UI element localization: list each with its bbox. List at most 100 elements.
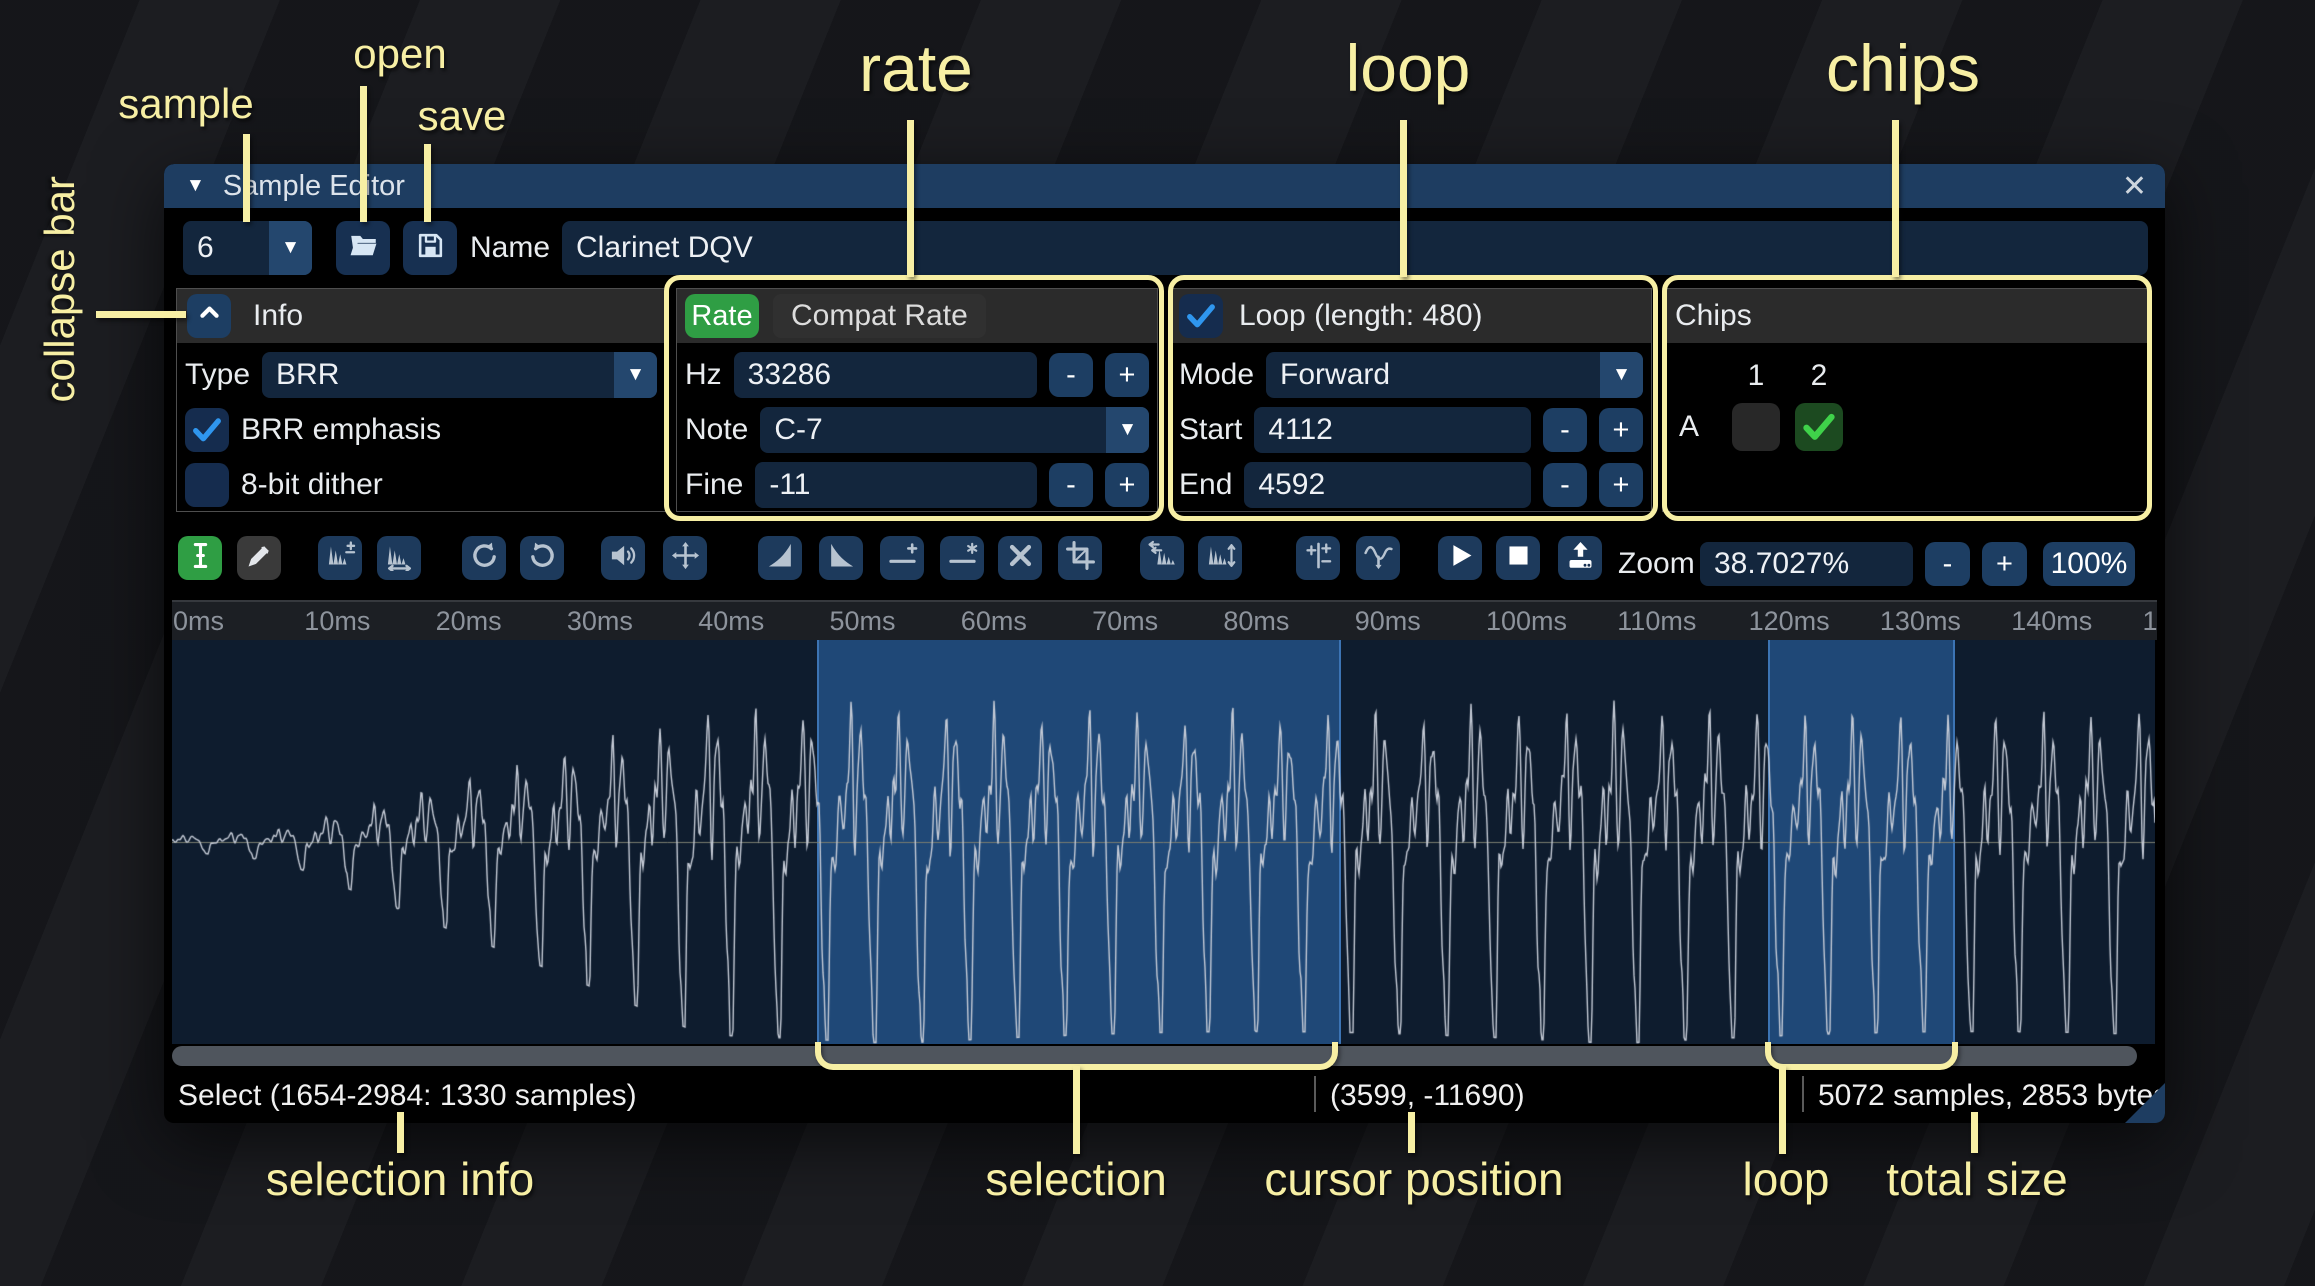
- timeline-label: 130ms: [1880, 602, 1961, 640]
- crop-icon: [1065, 540, 1096, 576]
- chevron-up-icon: [194, 297, 225, 336]
- annotation-sample: sample: [118, 80, 253, 128]
- annotation-outline-rate: [664, 275, 1164, 521]
- undo-button[interactable]: [462, 536, 506, 580]
- close-icon[interactable]: ✕: [2122, 169, 2147, 204]
- 8bit-dither-checkbox[interactable]: [185, 463, 229, 507]
- annotation-open: open: [353, 30, 446, 78]
- title-bar[interactable]: ▼ Sample Editor ✕: [164, 164, 2165, 208]
- edit-mode-select-button[interactable]: [178, 536, 222, 580]
- wave-invert-icon: [1205, 540, 1236, 576]
- timeline-ruler[interactable]: 0ms10ms20ms30ms40ms50ms60ms70ms80ms90ms1…: [172, 600, 2157, 640]
- fade-in-icon: [765, 540, 796, 576]
- zoom-reset-button[interactable]: 100%: [2043, 542, 2135, 586]
- annotation-line-sample: [243, 134, 250, 222]
- annotation-outline-chips: [1662, 275, 2152, 521]
- zoom-out-button[interactable]: -: [1925, 542, 1970, 586]
- line-star-icon: [947, 540, 978, 576]
- 8bit-dither-label: 8-bit dither: [241, 468, 383, 502]
- name-label: Name: [470, 208, 550, 288]
- annotation-line-collapse-bar: [96, 311, 186, 318]
- timeline-label: 60ms: [961, 602, 1027, 640]
- ibeam-icon: [185, 540, 216, 576]
- chevron-down-icon[interactable]: ▼: [269, 221, 312, 275]
- fade-in-button[interactable]: [758, 536, 802, 580]
- selection-info-status: Select (1654-2984: 1330 samples): [178, 1068, 637, 1123]
- delete-button[interactable]: [998, 536, 1042, 580]
- reverse-button[interactable]: [1140, 536, 1184, 580]
- status-separator: [1314, 1076, 1316, 1112]
- edit-mode-draw-button[interactable]: [237, 536, 281, 580]
- timeline-label: 80ms: [1223, 602, 1289, 640]
- undo-icon: [469, 540, 500, 576]
- insert-silence-button[interactable]: [880, 536, 924, 580]
- timeline-label: 10ms: [304, 602, 370, 640]
- fade-out-button[interactable]: [819, 536, 863, 580]
- timeline-label: 50ms: [830, 602, 896, 640]
- convert-sign-button[interactable]: [1296, 536, 1340, 580]
- type-label: Type: [185, 358, 250, 392]
- filter-icon: [1363, 540, 1394, 576]
- info-panel-header: Info: [177, 289, 665, 343]
- filter-button[interactable]: [1356, 536, 1400, 580]
- sample-number-dropdown[interactable]: 6 ▼: [183, 221, 312, 275]
- apply-silence-button[interactable]: [940, 536, 984, 580]
- zoom-in-button[interactable]: +: [1982, 542, 2027, 586]
- timeline-label: 40ms: [698, 602, 764, 640]
- brr-emphasis-label: BRR emphasis: [241, 413, 441, 447]
- save-sample-button[interactable]: [403, 221, 457, 275]
- line-plus-icon: [887, 540, 918, 576]
- amplify-button[interactable]: [601, 536, 645, 580]
- stop-preview-button[interactable]: [1496, 536, 1540, 580]
- annotation-line-rate: [907, 120, 914, 277]
- annotation-bracket-loop: [1765, 1042, 1958, 1070]
- annotation-line-save: [424, 144, 431, 222]
- resample-button[interactable]: [318, 536, 362, 580]
- annotation-cursor-position: cursor position: [1264, 1152, 1563, 1206]
- speaker-icon: [608, 540, 639, 576]
- open-sample-button[interactable]: [336, 221, 390, 275]
- sign-icon: [1303, 540, 1334, 576]
- annotation-line-selection-info: [397, 1112, 404, 1153]
- timeline-label: 140ms: [2011, 602, 2092, 640]
- annotation-loop-label: loop: [1743, 1152, 1830, 1206]
- redo-icon: [527, 540, 558, 576]
- window-collapse-icon[interactable]: ▼: [186, 175, 205, 197]
- annotation-collapse-bar: collapse bar: [36, 176, 84, 402]
- cross-icon: [1005, 540, 1036, 576]
- redo-button[interactable]: [520, 536, 564, 580]
- annotation-line-open: [360, 86, 367, 222]
- stop-icon: [1503, 540, 1534, 576]
- annotation-line-loop-bracket: [1779, 1066, 1786, 1154]
- preview-button[interactable]: [1438, 536, 1482, 580]
- stretch-button[interactable]: [377, 536, 421, 580]
- timeline-label: 20ms: [436, 602, 502, 640]
- upload-icon: [1565, 540, 1596, 576]
- timeline-label: 90ms: [1355, 602, 1421, 640]
- normalize-button[interactable]: [663, 536, 707, 580]
- waveform-canvas[interactable]: [172, 640, 2155, 1044]
- invert-button[interactable]: [1198, 536, 1242, 580]
- annotation-line-chips: [1892, 120, 1899, 277]
- info-panel: Info Type BRR ▼ BRR emphasis 8-bit dithe…: [176, 288, 666, 512]
- annotation-line-total-size: [1971, 1112, 1978, 1153]
- zoom-value-input[interactable]: 38.7027%: [1700, 542, 1913, 586]
- collapse-bar-button[interactable]: [187, 294, 231, 338]
- sample-name-input[interactable]: Clarinet DQV: [562, 221, 2148, 275]
- trim-button[interactable]: [1058, 536, 1102, 580]
- screenshot-stage: ▼ Sample Editor ✕ 6 ▼ Name Clarinet DQV …: [0, 0, 2315, 1286]
- annotation-loop: loop: [1346, 30, 1471, 106]
- type-dropdown[interactable]: BRR ▼: [262, 352, 657, 398]
- annotation-outline-loop: [1168, 275, 1658, 521]
- pencil-icon: [244, 540, 275, 576]
- annotation-line-selection: [1073, 1066, 1080, 1154]
- play-icon: [1445, 540, 1476, 576]
- type-value: BRR: [262, 358, 339, 392]
- brr-emphasis-checkbox[interactable]: [185, 408, 229, 452]
- cursor-position-status: (3599, -11690): [1330, 1068, 1525, 1123]
- zoom-label: Zoom: [1618, 528, 1695, 600]
- copy-to-wavetable-button[interactable]: [1558, 536, 1602, 580]
- chevron-down-icon[interactable]: ▼: [614, 352, 657, 398]
- info-panel-title: Info: [253, 299, 303, 333]
- wave-plus-icon: [325, 540, 356, 576]
